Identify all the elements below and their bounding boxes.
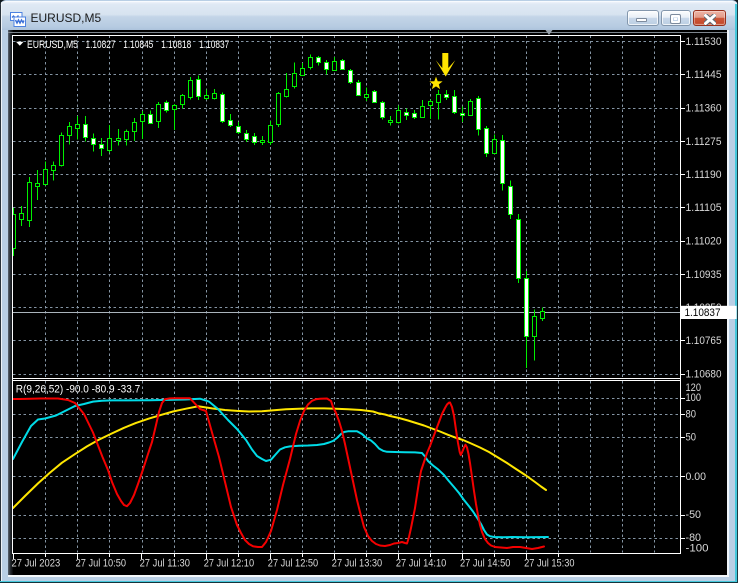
svg-text:-50: -50 (686, 509, 702, 521)
svg-text:1.10680: 1.10680 (686, 369, 722, 381)
svg-text:1.10837: 1.10837 (685, 307, 721, 319)
svg-text:27 Jul 2023: 27 Jul 2023 (12, 558, 61, 570)
svg-text:80: 80 (686, 409, 697, 421)
svg-text:1.11190: 1.11190 (686, 169, 722, 181)
svg-text:1.11360: 1.11360 (686, 103, 722, 115)
svg-text:1.10818: 1.10818 (161, 39, 191, 51)
svg-text:27 Jul 11:30: 27 Jul 11:30 (140, 558, 190, 570)
svg-text:27 Jul 12:10: 27 Jul 12:10 (204, 558, 254, 570)
svg-text:EURUSD,M5: EURUSD,M5 (27, 39, 78, 51)
svg-text:1.11105: 1.11105 (686, 202, 722, 214)
svg-text:1.10837: 1.10837 (199, 39, 229, 51)
svg-text:1.11445: 1.11445 (686, 69, 722, 81)
svg-text:1.10827: 1.10827 (86, 39, 116, 51)
svg-text:0.00: 0.00 (686, 471, 707, 483)
svg-text:1.11020: 1.11020 (686, 236, 722, 248)
svg-text:27 Jul 15:30: 27 Jul 15:30 (524, 558, 574, 570)
svg-text:1.10845: 1.10845 (123, 39, 153, 51)
svg-text:27 Jul 14:50: 27 Jul 14:50 (460, 558, 510, 570)
svg-text:1.10765: 1.10765 (686, 335, 722, 347)
svg-text:27 Jul 10:50: 27 Jul 10:50 (76, 558, 126, 570)
svg-text:R(9,26,52) -90.0 -80.9 -33.7: R(9,26,52) -90.0 -80.9 -33.7 (16, 384, 140, 396)
svg-text:1.11530: 1.11530 (686, 36, 722, 48)
svg-text:27 Jul 13:30: 27 Jul 13:30 (332, 558, 382, 570)
svg-text:-100: -100 (686, 543, 709, 555)
svg-text:1.10935: 1.10935 (686, 269, 722, 281)
svg-text:1.11275: 1.11275 (686, 136, 722, 148)
svg-text:27 Jul 14:10: 27 Jul 14:10 (396, 558, 446, 570)
svg-text:100: 100 (686, 392, 702, 404)
svg-text:50: 50 (686, 431, 697, 443)
svg-text:27 Jul 12:50: 27 Jul 12:50 (268, 558, 318, 570)
